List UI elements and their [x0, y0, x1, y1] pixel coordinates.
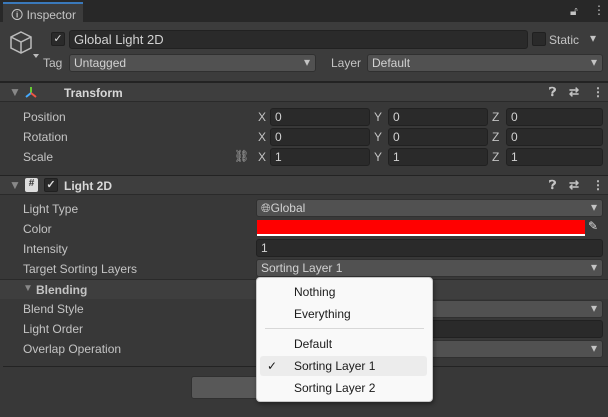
target-sorting-layers-dropdown[interactable]: Sorting Layer 1 [256, 259, 603, 277]
help-icon[interactable]: ❓︎ [549, 85, 556, 100]
menu-item-nothing[interactable]: Nothing [260, 282, 427, 302]
scale-z-input[interactable]: 1 [506, 148, 603, 166]
sorting-layers-menu: Nothing Everything Default ✓ Sorting Laye… [256, 277, 433, 402]
axis-z-label[interactable]: Z [492, 110, 499, 124]
intensity-label: Intensity [23, 242, 68, 256]
axis-x-label[interactable]: X [258, 110, 266, 124]
color-label: Color [23, 222, 52, 236]
globe-icon: 🌐︎ [261, 201, 271, 215]
tag-label: Tag [43, 56, 63, 70]
light2d-header[interactable]: ▼ # ✓ Light 2D ❓︎ ⇄ ⋮ [0, 175, 608, 195]
help-icon[interactable]: ❓︎ [549, 178, 556, 193]
gameobject-cube-icon[interactable] [9, 30, 39, 60]
layer-dropdown[interactable]: Default [367, 54, 603, 72]
light-type-dropdown[interactable]: 🌐︎Global [256, 199, 603, 217]
light-order-label: Light Order [23, 322, 84, 336]
foldout-arrow-icon[interactable]: ▼ [9, 178, 21, 192]
eyedropper-icon[interactable]: ✎ [588, 219, 598, 233]
static-label: Static [549, 33, 580, 47]
checkmark-icon: ✓ [267, 359, 278, 373]
axis-x-label[interactable]: X [258, 150, 266, 164]
transform-header[interactable]: ▼ Transform ❓︎ ⇄ ⋮ [0, 82, 608, 102]
static-dropdown-arrow-icon[interactable]: ▾ [590, 31, 596, 45]
foldout-arrow-icon[interactable]: ▼ [9, 85, 21, 99]
transform-title: Transform [64, 86, 123, 100]
tab-bar: 🛈 Inspector 🔓︎ ⋮ [0, 0, 608, 22]
component-menu-icon[interactable]: ⋮ [592, 85, 604, 99]
blend-style-label: Blend Style [23, 302, 84, 316]
menu-item-sorting-layer-1[interactable]: ✓ Sorting Layer 1 [260, 356, 427, 376]
position-label: Position [23, 110, 66, 124]
intensity-input[interactable]: 1 [256, 239, 603, 257]
scale-y-input[interactable]: 1 [388, 148, 488, 166]
rotation-y-input[interactable]: 0 [388, 128, 488, 146]
constrain-proportions-icon[interactable]: ⛓︎ [234, 149, 249, 163]
presets-icon[interactable]: ⇄ [569, 178, 579, 192]
script-icon: # [25, 178, 38, 192]
object-name-input[interactable]: Global Light 2D [69, 30, 528, 49]
lock-icon[interactable]: 🔓︎ [570, 4, 578, 19]
axis-x-label[interactable]: X [258, 130, 266, 144]
menu-item-default[interactable]: Default [260, 334, 427, 354]
axis-y-label[interactable]: Y [374, 110, 382, 124]
color-field[interactable] [257, 220, 585, 236]
blending-title: Blending [36, 283, 88, 297]
tag-dropdown[interactable]: Untagged [69, 54, 316, 72]
presets-icon[interactable]: ⇄ [569, 85, 579, 99]
rotation-x-input[interactable]: 0 [270, 128, 370, 146]
layer-label: Layer [331, 56, 362, 70]
transform-icon [25, 87, 37, 98]
light-type-label: Light Type [23, 202, 79, 216]
axis-y-label[interactable]: Y [374, 150, 382, 164]
rotation-z-input[interactable]: 0 [506, 128, 603, 146]
position-y-input[interactable]: 0 [388, 108, 488, 126]
position-x-input[interactable]: 0 [270, 108, 370, 126]
active-checkbox[interactable]: ✓ [51, 32, 65, 46]
menu-item-sorting-layer-2[interactable]: Sorting Layer 2 [260, 378, 427, 398]
light2d-title: Light 2D [64, 179, 112, 193]
foldout-arrow-icon: ▼ [23, 283, 33, 294]
menu-separator [265, 328, 424, 329]
light2d-enabled-checkbox[interactable]: ✓ [44, 178, 58, 192]
scale-x-input[interactable]: 1 [270, 148, 370, 166]
static-checkbox[interactable] [532, 32, 546, 46]
more-menu-icon[interactable]: ⋮ [593, 3, 605, 17]
axis-z-label[interactable]: Z [492, 150, 499, 164]
position-z-input[interactable]: 0 [506, 108, 603, 126]
axis-y-label[interactable]: Y [374, 130, 382, 144]
menu-item-everything[interactable]: Everything [260, 304, 427, 324]
tab-inspector[interactable]: 🛈 Inspector [3, 2, 83, 22]
rotation-label: Rotation [23, 130, 68, 144]
info-icon: 🛈 [11, 8, 27, 22]
overlap-operation-label: Overlap Operation [23, 342, 122, 356]
target-sorting-layers-label: Target Sorting Layers [23, 262, 138, 276]
component-menu-icon[interactable]: ⋮ [592, 178, 604, 192]
scale-label: Scale [23, 150, 54, 164]
axis-z-label[interactable]: Z [492, 130, 499, 144]
